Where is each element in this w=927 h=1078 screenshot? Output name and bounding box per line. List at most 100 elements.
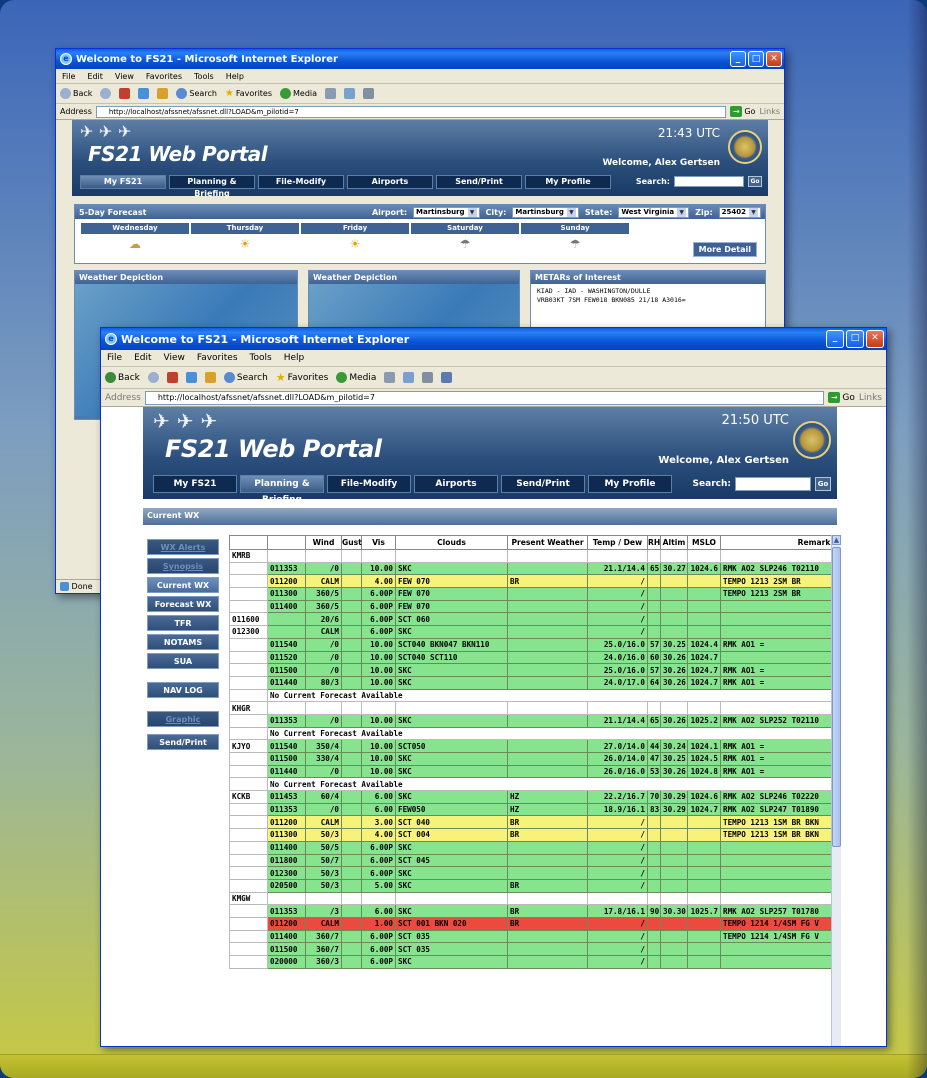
menu-file[interactable]: File: [62, 72, 75, 81]
menu-file[interactable]: File: [107, 353, 122, 363]
more-detail-button[interactable]: More Detail: [692, 242, 757, 257]
search-input[interactable]: [735, 477, 811, 491]
column-header[interactable]: RH: [647, 535, 661, 550]
column-header[interactable]: Remarks: [720, 535, 839, 550]
scroll-thumb[interactable]: [832, 547, 841, 847]
column-header[interactable]: Wind: [305, 535, 342, 550]
tab-my-fs21[interactable]: My FS21: [153, 475, 237, 493]
media-button[interactable]: Media: [280, 88, 317, 99]
history-icon[interactable]: [325, 88, 337, 99]
table-cell: 57: [647, 663, 661, 677]
back-title-bar[interactable]: e Welcome to FS21 - Microsoft Internet E…: [56, 49, 784, 69]
table-cell: [687, 574, 721, 589]
refresh-icon[interactable]: [185, 372, 197, 383]
front-title-bar[interactable]: e Welcome to FS21 - Microsoft Internet E…: [101, 328, 886, 350]
menu-help[interactable]: Help: [226, 72, 244, 81]
mail-icon[interactable]: [344, 88, 356, 99]
close-button[interactable]: ✕: [766, 51, 782, 67]
column-header[interactable]: Vis: [361, 535, 396, 550]
sidemenu-sua[interactable]: SUA: [147, 653, 219, 669]
search-go-button[interactable]: Go: [748, 176, 762, 187]
maximize-button[interactable]: □: [846, 330, 864, 348]
tab-airports[interactable]: Airports: [347, 175, 433, 189]
minimize-button[interactable]: _: [826, 330, 844, 348]
menu-tools[interactable]: Tools: [194, 72, 214, 81]
back-button[interactable]: Back: [105, 372, 140, 383]
home-icon[interactable]: [157, 88, 169, 99]
sidemenu-send-print[interactable]: Send/Print: [147, 734, 219, 750]
tab-my-profile[interactable]: My Profile: [525, 175, 611, 189]
edit-icon[interactable]: [441, 372, 453, 383]
mail-icon[interactable]: [403, 372, 415, 383]
go-button[interactable]: → Go: [828, 392, 855, 403]
tab-planning-briefing[interactable]: Planning & Briefing: [240, 475, 324, 505]
menu-edit[interactable]: Edit: [87, 72, 103, 81]
sidemenu-wx-alerts[interactable]: WX Alerts: [147, 539, 219, 555]
menu-tools[interactable]: Tools: [250, 353, 272, 363]
forward-arrow-icon[interactable]: [100, 88, 112, 99]
refresh-icon[interactable]: [138, 88, 150, 99]
column-header[interactable]: Altim: [660, 535, 688, 550]
links-button[interactable]: Links: [759, 107, 784, 116]
state-select[interactable]: West Virginia ▼: [618, 206, 690, 218]
menu-view[interactable]: View: [115, 72, 134, 81]
column-header[interactable]: MSLO: [687, 535, 721, 550]
tab-my-fs21[interactable]: My FS21: [80, 175, 166, 189]
tab-file-modify[interactable]: File-Modify: [327, 475, 411, 493]
favorites-button[interactable]: ★ Favorites: [225, 88, 272, 99]
column-header[interactable]: Clouds: [395, 535, 508, 550]
menu-favorites[interactable]: Favorites: [146, 72, 182, 81]
stop-icon[interactable]: [166, 372, 178, 383]
forward-arrow-icon[interactable]: [147, 372, 159, 383]
search-go-button[interactable]: Go: [815, 477, 831, 491]
tab-airports[interactable]: Airports: [414, 475, 498, 493]
maximize-button[interactable]: □: [748, 51, 764, 67]
scroll-up-arrow-icon[interactable]: ▲: [832, 535, 841, 545]
sidemenu-nav-log[interactable]: NAV LOG: [147, 682, 219, 698]
table-cell: 50/3: [305, 878, 342, 893]
menu-help[interactable]: Help: [284, 353, 305, 363]
sidemenu-synopsis[interactable]: Synopsis: [147, 558, 219, 574]
tab-planning-briefing[interactable]: Planning & Briefing: [169, 175, 255, 198]
menu-edit[interactable]: Edit: [134, 353, 151, 363]
menu-favorites[interactable]: Favorites: [197, 353, 238, 363]
favorites-button[interactable]: ★ Favorites: [276, 371, 329, 384]
address-input[interactable]: http://localhost/afssnet/afssnet.dll?LOA…: [95, 105, 727, 118]
airport-select[interactable]: Martinsburg ▼: [413, 206, 480, 218]
table-cell: 70: [647, 790, 661, 804]
home-icon[interactable]: [204, 372, 216, 383]
tab-send-print[interactable]: Send/Print: [501, 475, 585, 493]
sidemenu-notams[interactable]: NOTAMS: [147, 634, 219, 650]
history-icon[interactable]: [384, 372, 396, 383]
search-button[interactable]: Search: [223, 372, 268, 383]
go-button[interactable]: → Go: [730, 106, 755, 117]
search-input[interactable]: [674, 176, 744, 187]
search-button[interactable]: Search: [176, 88, 217, 99]
address-input[interactable]: http://localhost/afssnet/afssnet.dll?LOA…: [144, 390, 825, 405]
column-header[interactable]: Temp / Dew: [587, 535, 648, 550]
menu-view[interactable]: View: [164, 353, 185, 363]
media-button[interactable]: Media: [336, 372, 376, 383]
print-icon[interactable]: [363, 88, 375, 99]
print-icon[interactable]: [422, 372, 434, 383]
back-button[interactable]: Back: [60, 88, 92, 99]
table-scrollbar[interactable]: ▲: [831, 535, 841, 1046]
stop-icon[interactable]: [119, 88, 131, 99]
links-button[interactable]: Links: [859, 393, 886, 403]
sidemenu-graphic[interactable]: Graphic: [147, 711, 219, 727]
table-cell: SKC: [395, 625, 508, 639]
table-cell: 011353: [267, 904, 306, 918]
tab-my-profile[interactable]: My Profile: [588, 475, 672, 493]
close-button[interactable]: ✕: [866, 330, 884, 348]
tab-send-print[interactable]: Send/Print: [436, 175, 522, 189]
sidemenu-forecast-wx[interactable]: Forecast WX: [147, 596, 219, 612]
column-header[interactable]: Present Weather: [507, 535, 588, 550]
table-cell: 1024.6: [687, 561, 721, 576]
sidemenu-current-wx[interactable]: Current WX: [147, 577, 219, 593]
sidemenu-tfr[interactable]: TFR: [147, 615, 219, 631]
tab-file-modify[interactable]: File-Modify: [258, 175, 344, 189]
column-header[interactable]: Gust: [341, 535, 362, 550]
minimize-button[interactable]: _: [730, 51, 746, 67]
zip-select[interactable]: 25402 ▼: [718, 206, 761, 218]
city-select[interactable]: Martinsburg ▼: [512, 206, 579, 218]
